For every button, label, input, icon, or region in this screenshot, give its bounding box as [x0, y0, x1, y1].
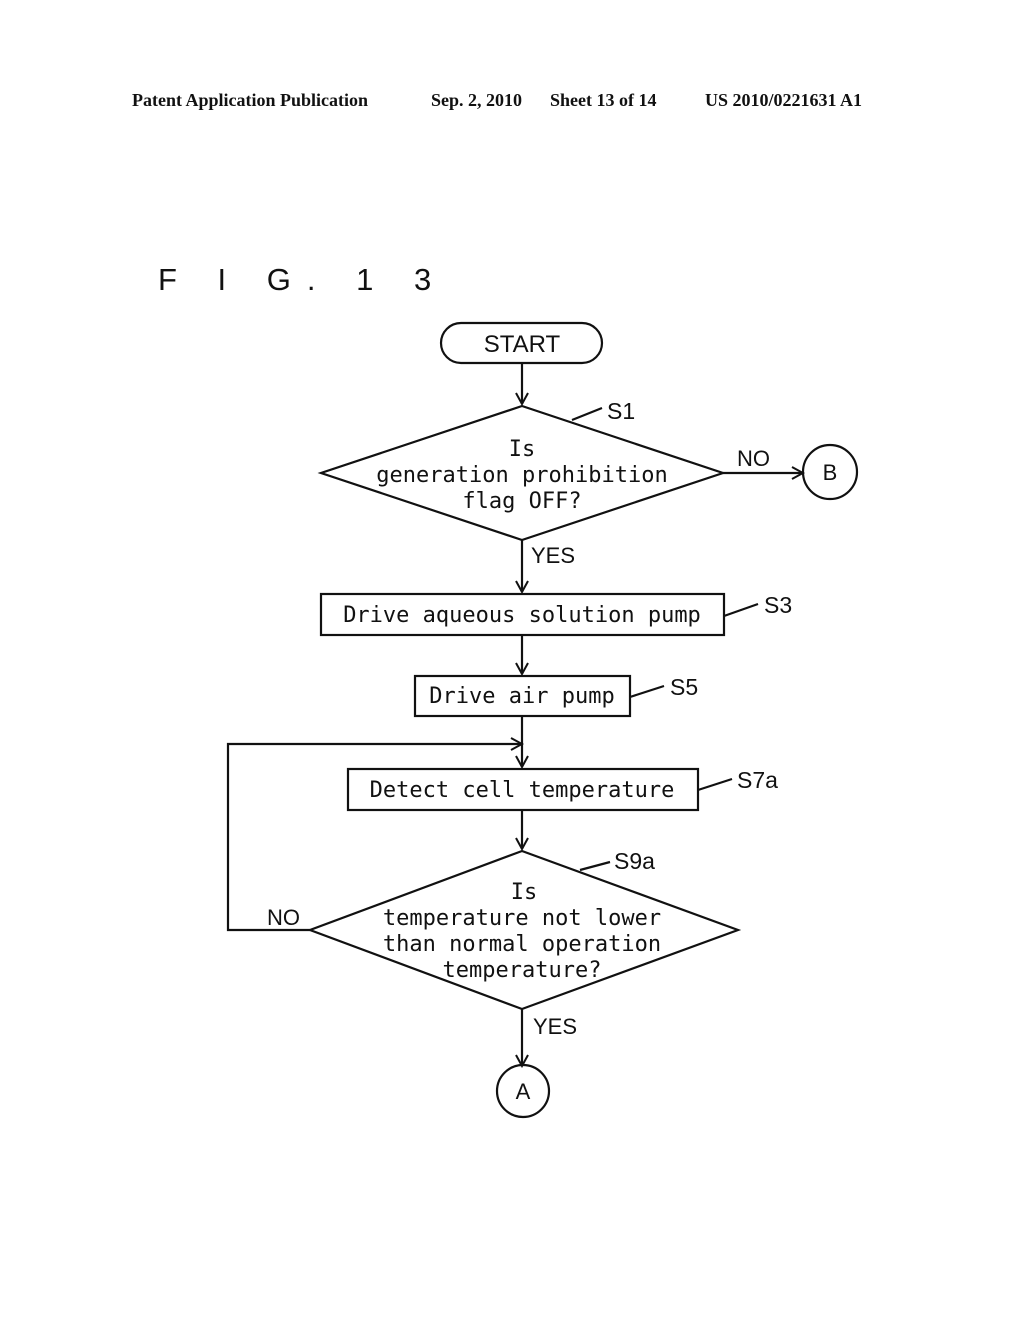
s1-leader [571, 406, 603, 422]
s9a-no-label: NO [267, 905, 300, 930]
s1-line-1: Is [509, 437, 536, 462]
s1-yes-label: YES [531, 543, 575, 568]
s3-leader [723, 602, 759, 618]
s9a-line-4: temperature? [443, 958, 602, 983]
s3-id: S3 [764, 592, 792, 618]
s9a-line-3: than normal operation [383, 932, 661, 957]
start-label: START [484, 331, 561, 358]
s5-leader [629, 684, 665, 699]
s3-text: Drive aqueous solution pump [343, 603, 701, 628]
s7a-text: Detect cell temperature [370, 778, 675, 803]
s7a-id: S7a [737, 767, 778, 793]
s9a-leader [579, 860, 611, 872]
loop-back-line [226, 744, 522, 932]
s1-id: S1 [607, 398, 635, 424]
s9a-line-2: temperature not lower [383, 906, 661, 931]
s1-line-3: flag OFF? [462, 489, 581, 514]
s9a-line-1: Is [511, 880, 538, 905]
s9a-id: S9a [614, 848, 655, 874]
s7a-leader [697, 777, 733, 792]
s5-id: S5 [670, 674, 698, 700]
s1-line-2: generation prohibition [376, 463, 667, 488]
flowchart: START S1 Is generation prohibition flag … [226, 321, 859, 1119]
s9a-yes-label: YES [533, 1014, 577, 1039]
connector-b-label: B [823, 460, 838, 485]
s1-no-label: NO [737, 446, 770, 471]
s5-text: Drive air pump [429, 684, 614, 709]
connector-a-label: A [516, 1079, 531, 1104]
